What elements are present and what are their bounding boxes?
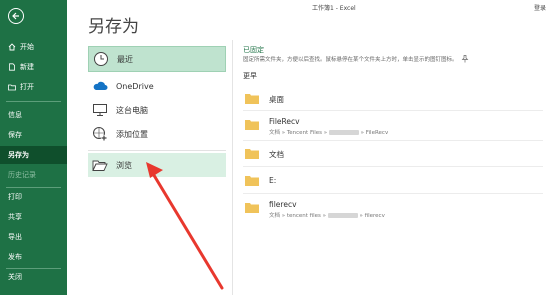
window-title: 工作簿1 - Excel	[312, 5, 356, 12]
folder-icon	[245, 203, 259, 213]
computer-icon	[92, 102, 108, 118]
nav-save-as[interactable]: 另存为	[0, 146, 67, 164]
nav-save[interactable]: 保存	[0, 126, 67, 144]
folder-divider	[243, 166, 543, 167]
folder-icon	[245, 120, 259, 130]
folder-icon	[245, 149, 259, 159]
page-title: 另存为	[88, 17, 139, 37]
open-folder-icon	[8, 83, 16, 91]
backstage-sidebar: 开始 新建 打开 信息 保存 另存为 历史记录 打印 共享 导出 发布 关闭	[0, 0, 67, 295]
folder-item[interactable]: FileRecv 文档 » Tencent Files » » FileRecv	[243, 115, 543, 143]
nav-open-label: 打开	[20, 83, 34, 91]
location-recent-label: 最近	[117, 54, 133, 64]
pane-divider	[232, 40, 233, 295]
folder-name: 文档	[269, 150, 284, 159]
nav-print[interactable]: 打印	[0, 188, 67, 206]
redacted-path-segment	[328, 130, 359, 135]
locations-divider	[88, 150, 226, 151]
nav-history[interactable]: 历史记录	[0, 166, 67, 184]
location-browse[interactable]: 浏览	[88, 153, 226, 177]
location-this-pc[interactable]: 这台电脑	[88, 98, 226, 122]
cloud-icon	[92, 78, 108, 94]
earlier-section-title: 更早	[243, 72, 257, 80]
nav-export-label: 导出	[8, 233, 22, 241]
pin-icon	[461, 55, 469, 63]
folder-item[interactable]: filerecv 文档 » tencent files » » filerecv	[243, 198, 543, 226]
nav-history-label: 历史记录	[8, 171, 36, 179]
new-file-icon	[8, 63, 16, 71]
nav-open[interactable]: 打开	[0, 78, 67, 96]
nav-new[interactable]: 新建	[0, 58, 67, 76]
location-this-pc-label: 这台电脑	[116, 105, 148, 115]
folder-icon	[245, 176, 259, 186]
nav-share[interactable]: 共享	[0, 208, 67, 226]
folder-path: 文档 » Tencent Files » » FileRecv	[269, 128, 388, 136]
folder-name: FileRecv	[269, 117, 300, 126]
signin-link[interactable]: 登录	[534, 3, 546, 12]
nav-save-as-label: 另存为	[8, 151, 29, 159]
folder-name: E:	[269, 176, 277, 185]
nav-info-label: 信息	[8, 111, 22, 119]
nav-home-label: 开始	[20, 43, 34, 51]
location-add-place-label: 添加位置	[116, 129, 148, 139]
folder-path-end: » filerecv	[357, 213, 385, 219]
folder-path-start: 文档 » Tencent Files »	[269, 130, 329, 136]
folder-item[interactable]: 文档	[243, 146, 543, 174]
nav-home[interactable]: 开始	[0, 38, 67, 56]
back-arrow-icon	[12, 12, 19, 20]
location-onedrive[interactable]: OneDrive	[88, 74, 226, 98]
folder-item[interactable]: E:	[243, 173, 543, 201]
nav-publish-label: 发布	[8, 253, 22, 261]
nav-export[interactable]: 导出	[0, 228, 67, 246]
folder-name: 桌面	[269, 95, 284, 104]
folder-divider	[243, 110, 543, 111]
nav-print-label: 打印	[8, 193, 22, 201]
folder-open-icon	[92, 157, 108, 173]
location-add-place[interactable]: 添加位置	[88, 122, 226, 146]
add-location-icon	[92, 126, 108, 142]
nav-info[interactable]: 信息	[0, 106, 67, 124]
nav-share-label: 共享	[8, 213, 22, 221]
back-button[interactable]	[8, 8, 24, 24]
clock-icon	[93, 51, 109, 67]
folder-divider	[243, 193, 543, 194]
location-recent[interactable]: 最近	[88, 46, 226, 72]
folder-divider	[243, 140, 543, 141]
pinned-hint-text: 固定所需文件夹，方便以后查找。鼠标悬停在某个文件夹上方时，单击显示的图钉图标。	[243, 57, 458, 63]
folder-path-start: 文档 » tencent files »	[269, 213, 328, 219]
nav-new-label: 新建	[20, 63, 34, 71]
pinned-section-title: 已固定	[243, 46, 264, 54]
nav-divider	[6, 101, 61, 102]
folder-path: 文档 » tencent files » » filerecv	[269, 211, 385, 219]
folder-icon	[245, 94, 259, 104]
nav-save-label: 保存	[8, 131, 22, 139]
folder-name: filerecv	[269, 200, 297, 209]
nav-close-label: 关闭	[8, 273, 22, 281]
nav-close[interactable]: 关闭	[0, 268, 67, 286]
nav-publish[interactable]: 发布	[0, 248, 67, 266]
location-browse-label: 浏览	[116, 160, 132, 170]
folder-path-end: » FileRecv	[358, 130, 389, 136]
location-onedrive-label: OneDrive	[116, 81, 154, 91]
home-icon	[8, 43, 16, 51]
redacted-path-segment	[327, 213, 358, 218]
